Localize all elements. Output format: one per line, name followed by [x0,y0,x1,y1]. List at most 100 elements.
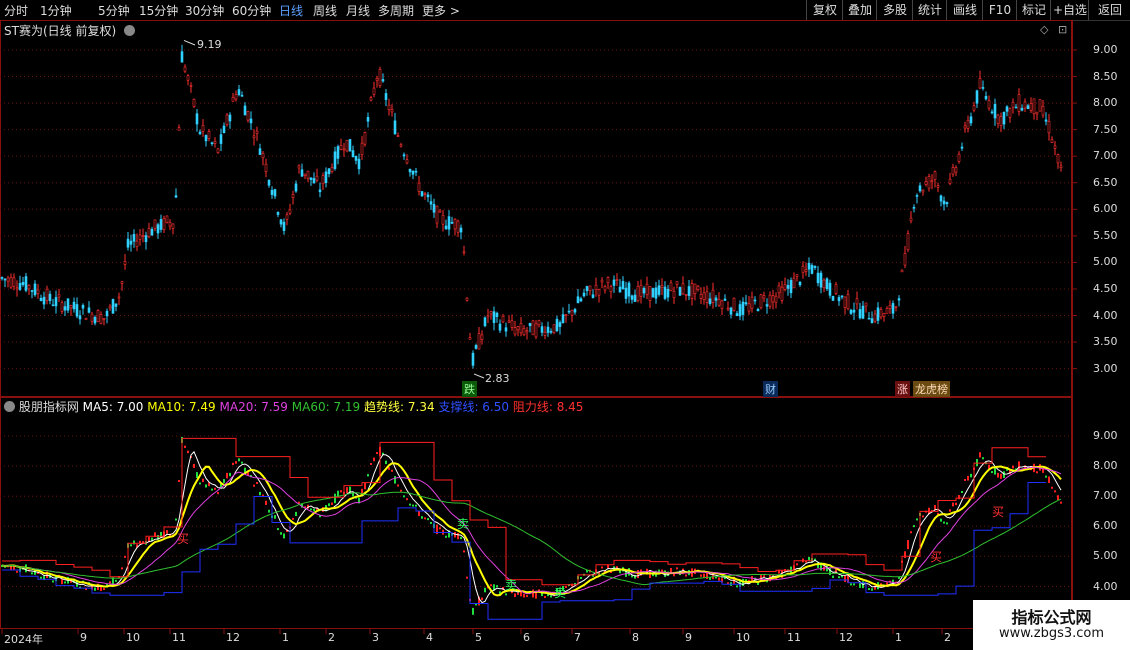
candle-body [264,163,268,172]
candle-body [888,304,892,309]
candle-body [117,296,121,299]
main-y-tick: 9.00 [1093,43,1118,56]
candle-body [12,277,16,287]
candle-body [66,298,70,311]
candle-body [39,297,43,301]
candle-body [354,155,358,161]
candle-body [381,79,385,82]
candle-body [789,280,793,294]
indicator-bar [982,457,984,460]
candle-body [426,194,430,198]
main-y-tick: 6.50 [1093,175,1118,189]
expand-icon[interactable]: ⊡ [1058,23,1067,36]
candle-body [750,296,754,309]
candle-body [105,310,109,317]
candle-body [894,306,898,309]
event-drop-marker[interactable]: 跌 [462,381,477,397]
candle-body [69,305,73,309]
candle-body [678,287,682,296]
candle-body [363,132,367,145]
candle-body [462,251,466,254]
candle-body [279,219,283,225]
candle-body [180,51,184,63]
candle-body [816,272,820,284]
sell-signal-3: 卖 [554,586,567,600]
candle-body [393,120,397,135]
candle-body [402,154,406,157]
candle-body [198,131,202,135]
indicator-bar [175,518,177,521]
candle-body [360,142,364,155]
main-y-tick: 8.50 [1093,69,1118,83]
indicator-bar [838,576,840,579]
indicator-bar [871,588,873,591]
main-y-tick: 5.00 [1093,255,1118,269]
indicator-bar [376,452,378,455]
candle-body [531,320,535,336]
candle-body [1032,98,1036,115]
candle-body [243,105,247,116]
title-dropdown-icon[interactable] [123,25,135,36]
indicator-bar [832,575,834,578]
candle-body [255,130,259,134]
candle-body [135,240,139,248]
candle-body [933,171,937,180]
indicator-bar [403,495,405,498]
candle-body [1059,165,1063,168]
candle-body [1056,154,1060,164]
candle-body [396,135,400,137]
indicator-bar [940,518,942,522]
candle-body [420,191,424,197]
candle-body [801,265,805,274]
indicator-bar [364,482,366,490]
event-rise-marker[interactable]: 涨 [895,381,910,397]
indicator-bar [958,495,960,500]
indicator-dropdown-icon[interactable] [4,401,15,412]
candle-body [534,323,538,338]
indicator-bar [178,480,180,483]
indicator-bar [523,593,525,598]
candle-body [171,223,175,229]
indicator-bar [955,502,957,506]
candle-body [996,114,1000,124]
indicator-bar [496,585,498,588]
event-finance-marker[interactable]: 财 [763,381,778,397]
buy-signal-3: 买 [992,505,1005,519]
candle-body [441,215,445,225]
indicator-bar [1003,471,1005,478]
indicator-bar [949,509,951,512]
candle-body [987,100,991,109]
diamond-icon[interactable]: ◇ [1040,23,1048,36]
candle-body [339,145,343,150]
buy-signal-1: 买 [177,532,190,546]
indicator-bar [907,540,909,550]
indicator-bar [184,445,186,449]
x-axis-label: 6 [523,631,530,644]
candle-body [687,286,691,296]
candle-body [372,87,376,95]
candle-body [435,205,439,224]
candle-body [795,274,799,277]
candle-body [231,96,235,102]
indicator-bar [544,595,546,598]
indicator-y-tick: 4.00 [1093,579,1118,593]
candle-body [525,330,529,333]
candle-body [306,170,310,179]
indicator-bar [409,503,411,506]
indicator-bar [808,556,810,561]
candle-body [972,105,976,111]
x-axis-label: 1 [282,631,289,644]
candle-body [936,185,940,188]
indicator-legend: 股朋指标网 MA5: 7.00 MA10: 7.49 MA20: 7.59 MA… [4,398,583,415]
chart-canvas[interactable] [0,0,1130,650]
candle-body [948,178,952,184]
candle-body [30,290,34,292]
indicator-bar [757,582,759,585]
candle-body [828,282,832,296]
indicator-bar [844,575,846,582]
candle-body [516,326,520,331]
candle-body [549,331,553,333]
indicator-bar [226,472,228,479]
indicator-bar [430,521,432,524]
event-dragon-tiger-marker[interactable]: 龙虎榜 [913,381,950,397]
